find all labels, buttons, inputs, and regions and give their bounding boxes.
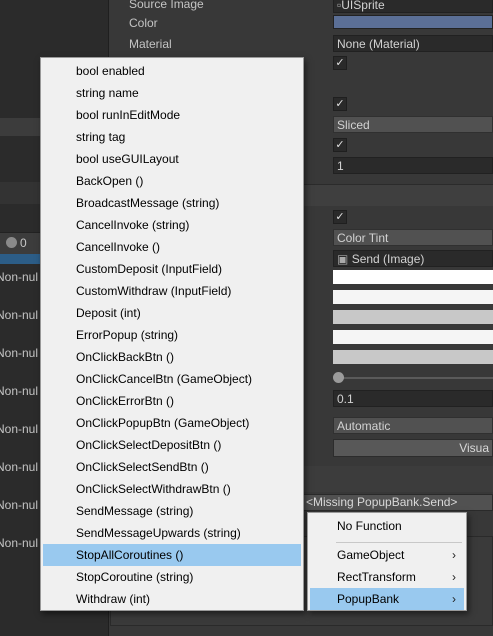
menu-item[interactable]: StopAllCoroutines () [43,544,301,566]
fill-center-toggle[interactable]: ✓ [333,138,347,152]
transition-dropdown[interactable]: Color Tint [333,229,493,246]
image-type-dropdown[interactable]: Sliced [333,116,493,133]
component-submenu: No Function GameObject › RectTransform › P… [307,512,467,611]
menu-item[interactable]: CustomWithdraw (InputField) [43,280,301,302]
console-row[interactable]: Non-nul [0,422,38,436]
navigation-dropdown[interactable]: Automatic [333,417,493,434]
menu-item[interactable]: bool enabled [43,60,301,82]
source-image-label: Source Image [129,0,204,11]
normal-color-swatch[interactable] [333,270,493,284]
console-row[interactable]: Non-nul [0,384,38,398]
color-field[interactable] [333,15,493,29]
source-image-field[interactable]: ▫UISprite [333,0,493,13]
chevron-right-icon: › [452,570,456,584]
console-row[interactable]: Non-nul [0,308,38,322]
material-label: Material [129,37,172,51]
menu-item[interactable]: ErrorPopup (string) [43,324,301,346]
method-dropdown-menu: bool enabled string name bool runInEditMod… [40,57,304,611]
color-multiplier-field[interactable]: 0.1 [333,390,493,407]
disabled-color-swatch[interactable] [333,350,493,364]
slider-handle[interactable] [333,372,344,383]
color-label: Color [129,16,158,30]
menu-item[interactable]: string name [43,82,301,104]
fade-duration-slider[interactable] [338,377,493,379]
function-dropdown[interactable]: <Missing PopupBank.Send> [303,494,493,511]
image-icon: ▣ [337,252,349,266]
menu-item[interactable]: StopCoroutine (string) [43,566,301,588]
visualize-button[interactable]: Visua [333,439,493,457]
console-row[interactable]: Non-nul [0,270,38,284]
console-selected-row[interactable] [0,254,40,264]
pressed-color-swatch[interactable] [333,310,493,324]
highlighted-color-swatch[interactable] [333,290,493,304]
submenu-item-popupbank[interactable]: PopupBank › [310,588,464,610]
chevron-right-icon: › [452,592,456,606]
menu-item[interactable]: OnClickBackBtn () [43,346,301,368]
console-row[interactable]: Non-nul [0,460,38,474]
submenu-item-gameobject[interactable]: GameObject › [310,544,464,566]
no-function-item[interactable]: No Function [310,515,464,537]
menu-item[interactable]: bool runInEditMode [43,104,301,126]
selected-color-swatch[interactable] [333,330,493,344]
menu-item[interactable]: SendMessage (string) [43,500,301,522]
console-count[interactable]: 0 [6,236,27,250]
preserve-aspect-toggle[interactable]: ✓ [333,97,347,111]
interactable-toggle[interactable]: ✓ [333,210,347,224]
console-row[interactable]: Non-nul [0,498,38,512]
submenu-separator [336,542,462,543]
console-toolbar: 0 [0,232,40,256]
menu-item[interactable]: OnClickSelectSendBtn () [43,456,301,478]
menu-item[interactable]: BroadcastMessage (string) [43,192,301,214]
menu-item[interactable]: OnClickSelectWithdrawBtn () [43,478,301,500]
pixels-per-unit-field[interactable]: 1 [333,157,493,174]
console-row[interactable]: Non-nul [0,346,38,360]
menu-item[interactable]: BackOpen () [43,170,301,192]
menu-item[interactable]: CustomDeposit (InputField) [43,258,301,280]
menu-item[interactable]: OnClickCancelBtn (GameObject) [43,368,301,390]
menu-item[interactable]: CancelInvoke (string) [43,214,301,236]
console-row[interactable]: Non-nul [0,536,38,550]
raycast-target-toggle[interactable]: ✓ [333,56,347,70]
submenu-item-recttransform[interactable]: RectTransform › [310,566,464,588]
menu-item[interactable]: SendMessageUpwards (string) [43,522,301,544]
menu-item[interactable]: string tag [43,126,301,148]
menu-item[interactable]: bool useGUILayout [43,148,301,170]
menu-item[interactable]: OnClickSelectDepositBtn () [43,434,301,456]
menu-item[interactable]: CancelInvoke () [43,236,301,258]
menu-item[interactable]: OnClickErrorBtn () [43,390,301,412]
menu-item[interactable]: Withdraw (int) [43,588,301,610]
menu-item[interactable]: OnClickPopupBtn (GameObject) [43,412,301,434]
target-graphic-field[interactable]: ▣ Send (Image) [333,250,493,267]
info-icon [6,237,17,248]
material-field[interactable]: None (Material) [333,35,493,52]
menu-item[interactable]: Deposit (int) [43,302,301,324]
chevron-right-icon: › [452,548,456,562]
